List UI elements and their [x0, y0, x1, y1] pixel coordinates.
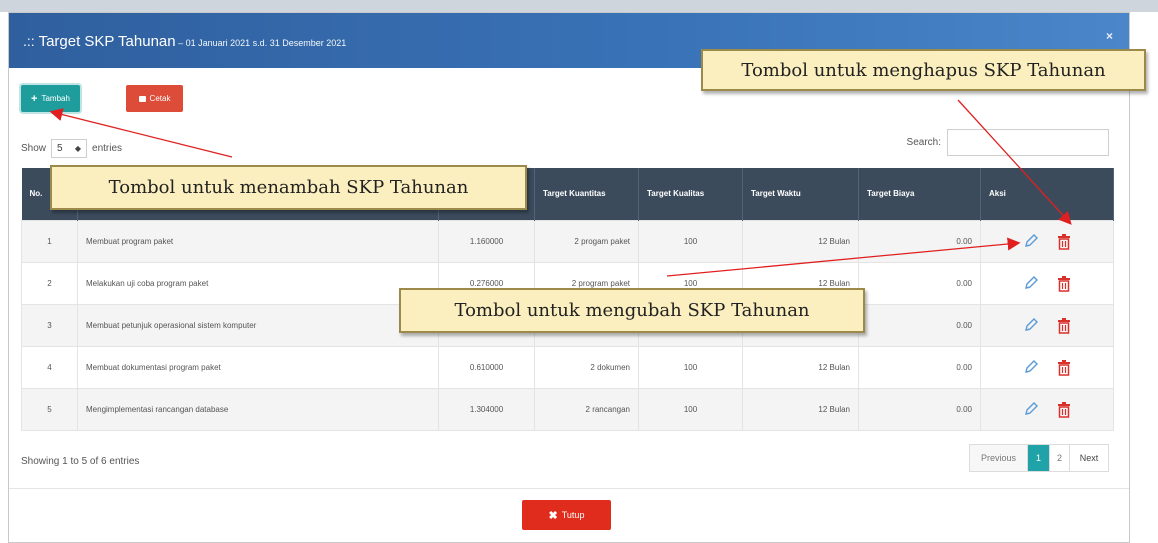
- pagination-previous[interactable]: Previous: [970, 445, 1028, 471]
- plus-icon: +: [31, 92, 38, 105]
- pagination-page-2[interactable]: 2: [1050, 445, 1070, 471]
- cell-ak: 1.160000: [438, 219, 535, 263]
- entries-value: 5: [57, 143, 63, 154]
- screen: .:: Target SKP Tahunan – 01 Januari 2021…: [0, 0, 1158, 543]
- select-caret-icon: ◆: [74, 144, 82, 153]
- add-button-label: Tambah: [41, 94, 70, 103]
- cell-no: 2: [21, 261, 78, 305]
- table-row: 5 Mengimplementasi rancangan database 1.…: [21, 387, 1114, 431]
- cell-biaya: 0.00: [858, 387, 981, 431]
- edit-pencil-icon[interactable]: [1023, 275, 1039, 291]
- callout-edit-note: Tombol untuk mengubah SKP Tahunan: [399, 288, 865, 333]
- length-menu: Show 5 ◆ entries: [21, 139, 122, 158]
- modal-footer-divider: [9, 488, 1129, 489]
- add-button[interactable]: + Tambah: [21, 85, 80, 112]
- cell-kegiatan: Membuat petunjuk operasional sistem komp…: [77, 303, 439, 347]
- search-input[interactable]: [947, 129, 1109, 156]
- cell-aksi: [980, 345, 1114, 389]
- cell-no: 3: [21, 303, 78, 347]
- entries-label: entries: [92, 143, 123, 154]
- cell-kuantitas: 2 progam paket: [534, 219, 639, 263]
- cell-kualitas: 100: [638, 219, 743, 263]
- cell-kegiatan: Membuat dokumentasi program paket: [77, 345, 439, 389]
- close-button-label: Tutup: [561, 510, 585, 520]
- cell-kualitas: 100: [638, 387, 743, 431]
- delete-trash-icon[interactable]: [1057, 317, 1071, 334]
- delete-trash-icon[interactable]: [1057, 401, 1071, 418]
- close-button[interactable]: ✖ Tutup: [522, 500, 611, 530]
- cell-biaya: 0.00: [858, 303, 981, 347]
- search-group: Search:: [907, 129, 1109, 156]
- entries-select[interactable]: 5 ◆: [51, 139, 88, 158]
- cell-kegiatan: Mengimplementasi rancangan database: [77, 387, 439, 431]
- cell-ak: 1.304000: [438, 387, 535, 431]
- cell-kuantitas: 2 dokumen: [534, 345, 639, 389]
- cell-no: 4: [21, 345, 78, 389]
- cell-aksi: [980, 387, 1114, 431]
- cell-waktu: 12 Bulan: [742, 345, 859, 389]
- cell-waktu: 12 Bulan: [742, 387, 859, 431]
- delete-trash-icon[interactable]: [1057, 233, 1071, 250]
- background-strip: [0, 0, 1158, 12]
- col-header-waktu[interactable]: Target Waktu: [742, 168, 859, 220]
- cell-no: 5: [21, 387, 78, 431]
- col-header-aksi: Aksi: [980, 168, 1114, 220]
- print-button-label: Cetak: [149, 94, 171, 103]
- delete-trash-icon[interactable]: [1057, 359, 1071, 376]
- col-header-kuantitas[interactable]: Target Kuantitas: [534, 168, 639, 220]
- table-row: 1 Membuat program paket 1.160000 2 proga…: [21, 219, 1114, 263]
- col-header-biaya[interactable]: Target Biaya: [858, 168, 981, 220]
- edit-pencil-icon[interactable]: [1023, 401, 1039, 417]
- cell-aksi: [980, 303, 1114, 347]
- cell-biaya: 0.00: [858, 345, 981, 389]
- cell-aksi: [980, 261, 1114, 305]
- show-label: Show: [21, 143, 47, 154]
- title-main: Target SKP Tahunan: [38, 33, 176, 50]
- cell-biaya: 0.00: [858, 219, 981, 263]
- pagination-page-1[interactable]: 1: [1028, 445, 1050, 471]
- edit-pencil-icon[interactable]: [1023, 317, 1039, 333]
- cell-kegiatan: Melakukan uji coba program paket: [77, 261, 439, 305]
- delete-trash-icon[interactable]: [1057, 275, 1071, 292]
- pagination-next[interactable]: Next: [1070, 445, 1108, 471]
- cell-ak: 0.610000: [438, 345, 535, 389]
- cell-biaya: 0.00: [858, 261, 981, 305]
- print-icon: [138, 95, 146, 102]
- skp-modal: .:: Target SKP Tahunan – 01 Januari 2021…: [8, 12, 1130, 543]
- callout-delete-note: Tombol untuk menghapus SKP Tahunan: [701, 49, 1146, 91]
- modal-close-button[interactable]: ×: [1106, 29, 1113, 43]
- title-period: – 01 Januari 2021 s.d. 31 Desember 2021: [175, 38, 347, 48]
- cell-kualitas: 100: [638, 345, 743, 389]
- edit-pencil-icon[interactable]: [1023, 233, 1039, 249]
- col-header-kualitas[interactable]: Target Kualitas: [638, 168, 743, 220]
- cell-kuantitas: 2 rancangan: [534, 387, 639, 431]
- table-info: Showing 1 to 5 of 6 entries: [21, 456, 140, 467]
- cell-no: 1: [21, 219, 78, 263]
- print-button[interactable]: Cetak: [126, 85, 183, 112]
- cell-waktu: 12 Bulan: [742, 219, 859, 263]
- edit-pencil-icon[interactable]: [1023, 359, 1039, 375]
- table-row: 4 Membuat dokumentasi program paket 0.61…: [21, 345, 1114, 389]
- callout-add-note: Tombol untuk menambah SKP Tahunan: [50, 165, 527, 210]
- modal-title: .:: Target SKP Tahunan – 01 Januari 2021…: [23, 33, 346, 50]
- search-label: Search:: [906, 137, 941, 148]
- cell-aksi: [980, 219, 1114, 263]
- times-icon: ✖: [548, 509, 558, 522]
- title-prefix: .::: [23, 33, 39, 49]
- cell-kegiatan: Membuat program paket: [77, 219, 439, 263]
- pagination: Previous 1 2 Next: [969, 444, 1109, 472]
